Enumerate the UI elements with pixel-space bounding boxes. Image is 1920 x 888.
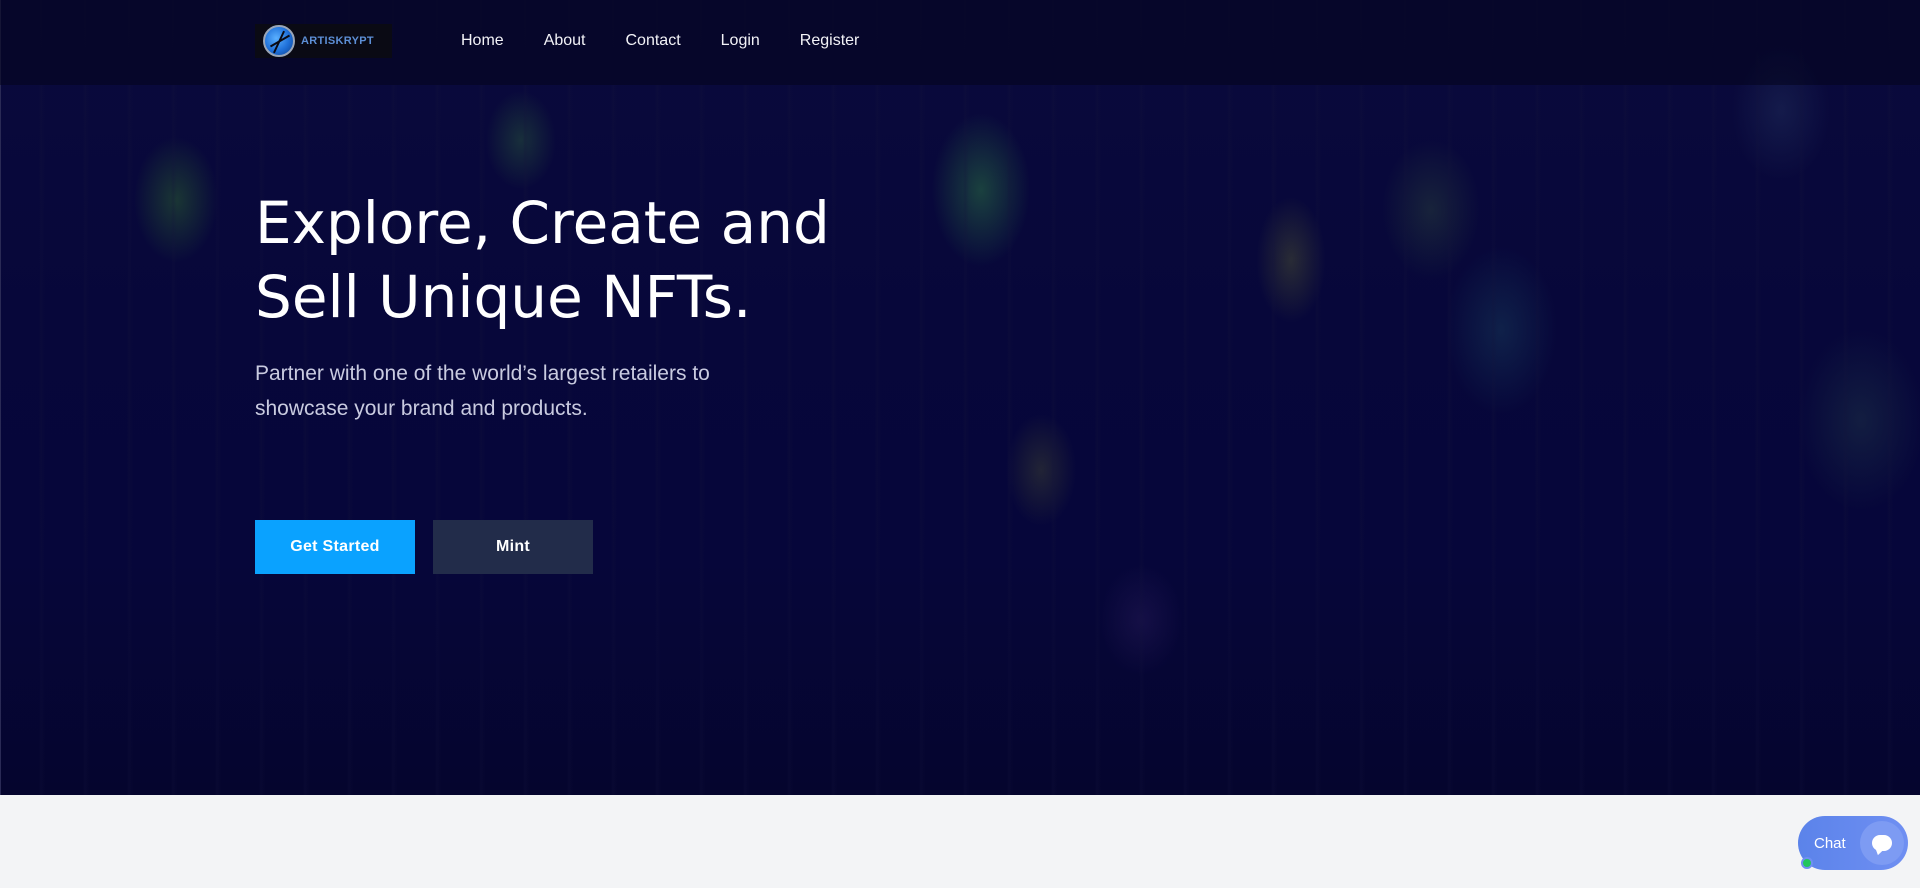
globe-logo-icon <box>263 25 295 57</box>
nav-link-contact[interactable]: Contact <box>626 30 681 52</box>
online-status-dot <box>1801 857 1813 869</box>
hero-subtext-line-2: showcase your brand and products. <box>255 397 588 420</box>
mint-button[interactable]: Mint <box>433 520 593 574</box>
hero-headline: Explore, Create and Sell Unique NFTs. <box>255 186 895 334</box>
hero-subtext-line-1: Partner with one of the world’s largest … <box>255 362 710 385</box>
hero-subtext: Partner with one of the world’s largest … <box>255 356 815 426</box>
hero-headline-line-1: Explore, Create and <box>255 189 830 257</box>
brand-name: ARTISKRYPT <box>301 35 374 47</box>
chat-bubble-icon <box>1872 835 1892 851</box>
nav-link-home[interactable]: Home <box>461 30 504 52</box>
brand-logo[interactable]: ARTISKRYPT <box>255 24 392 58</box>
hero-headline-line-2: Sell Unique NFTs. <box>255 263 752 331</box>
main-nav: Home About Contact Login Register <box>461 30 899 52</box>
chat-label: Chat <box>1814 834 1846 852</box>
nav-link-login[interactable]: Login <box>721 30 760 52</box>
nav-link-register[interactable]: Register <box>800 30 860 52</box>
get-started-button[interactable]: Get Started <box>255 520 415 574</box>
chat-icon-circle <box>1860 821 1904 865</box>
chat-widget-button[interactable]: Chat <box>1798 816 1908 870</box>
nav-link-about[interactable]: About <box>544 30 586 52</box>
top-navbar: ARTISKRYPT Home About Contact Login Regi… <box>0 0 1920 85</box>
